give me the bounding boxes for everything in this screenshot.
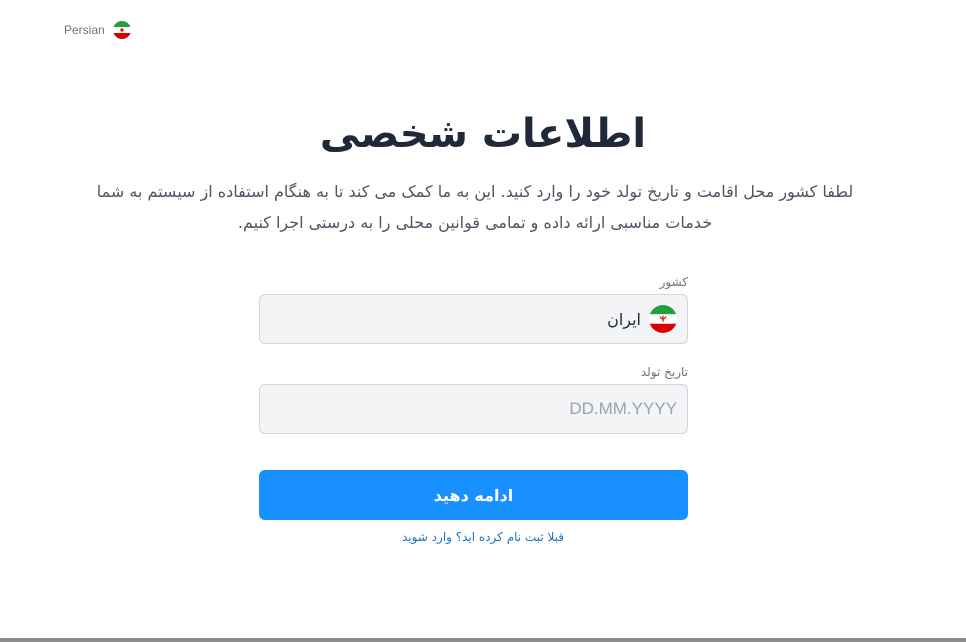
page-title: اطلاعات شخصی [319, 111, 647, 157]
continue-button[interactable]: ادامه دهید [259, 470, 688, 520]
login-link[interactable]: قبلا ثبت نام کرده اید؟ وارد شوید [0, 530, 966, 544]
iran-flag-icon [649, 305, 677, 333]
birthdate-input[interactable] [270, 385, 677, 433]
page-description: لطفا کشور محل اقامت و تاریخ تولد خود را … [96, 182, 854, 232]
bottom-divider [0, 638, 966, 642]
language-selector[interactable]: Persian [64, 21, 131, 39]
country-value: ایران [607, 309, 641, 329]
iran-flag-icon [112, 21, 131, 39]
country-label: کشور [659, 275, 688, 289]
personal-info-page: Persian اطلاعات شخصی لطفا کشور محل اقامت… [0, 0, 966, 642]
language-label: Persian [64, 23, 105, 37]
birthdate-label: تاریخ تولد [640, 365, 688, 379]
birthdate-field[interactable] [259, 384, 688, 434]
country-select[interactable]: ایران [259, 294, 688, 344]
